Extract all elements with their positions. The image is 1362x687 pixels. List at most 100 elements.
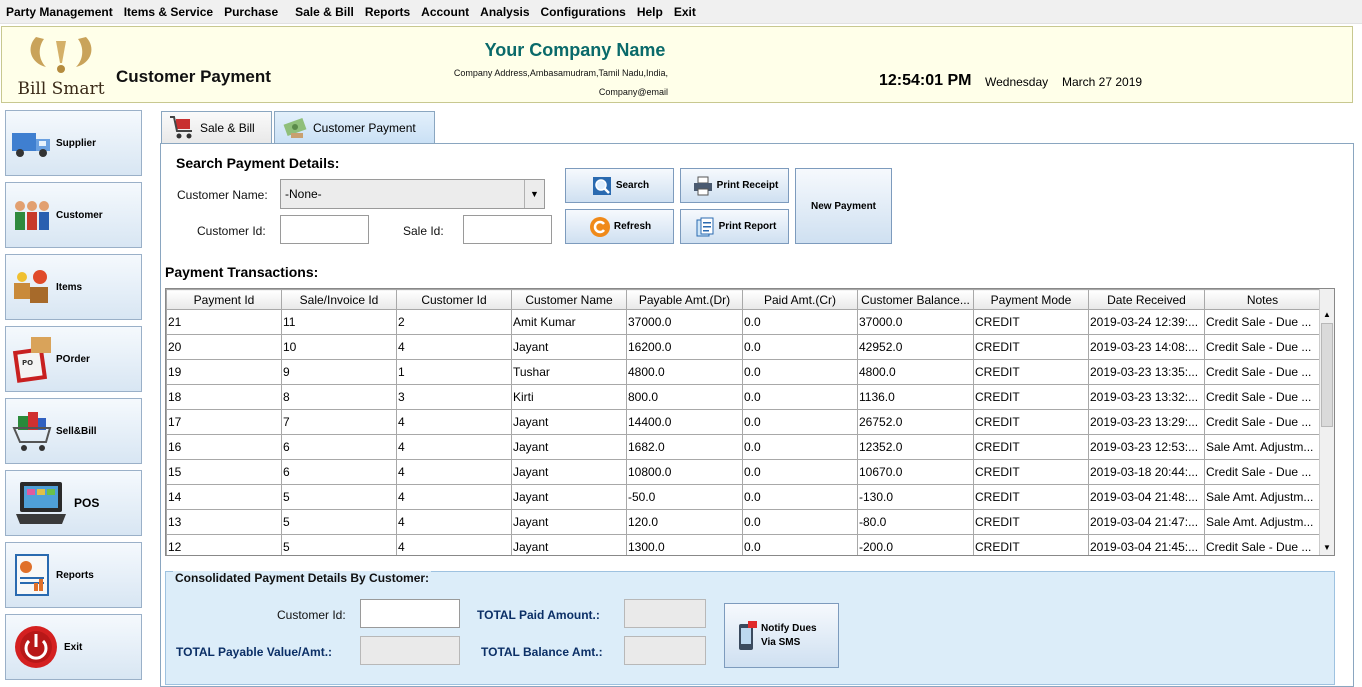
column-header[interactable]: Customer Id bbox=[396, 289, 512, 310]
table-row[interactable]: 12 5 4 Jayant 1300.0 0.0 -200.0 CREDIT 2019-03-0… bbox=[166, 534, 1321, 555]
table-cell: 12 bbox=[166, 534, 282, 555]
table-cell: Credit Sale - Due ... bbox=[1204, 534, 1321, 555]
new-payment-button[interactable]: New Payment bbox=[795, 168, 892, 244]
mobile-sms-icon bbox=[735, 619, 759, 653]
sidebar-pos-button[interactable]: POS bbox=[5, 470, 142, 536]
total-payable-label: TOTAL Payable Value/Amt.: bbox=[176, 645, 333, 659]
sidebar-sellbill-button[interactable]: Sell&Bill bbox=[5, 398, 142, 464]
menu-help[interactable]: Help bbox=[637, 5, 663, 19]
table-cell: 9 bbox=[281, 359, 397, 385]
table-cell: 0.0 bbox=[742, 309, 858, 335]
consolidated-customer-id-input[interactable] bbox=[360, 599, 460, 628]
menu-sale-bill[interactable]: Sale & Bill bbox=[295, 5, 354, 19]
menu-items-service[interactable]: Items & Service bbox=[124, 5, 213, 19]
table-cell: 2019-03-23 13:32:... bbox=[1088, 384, 1205, 410]
table-cell: CREDIT bbox=[973, 359, 1089, 385]
table-cell: CREDIT bbox=[973, 334, 1089, 360]
column-header[interactable]: Paid Amt.(Cr) bbox=[742, 289, 858, 310]
logo-emblem-icon bbox=[30, 37, 92, 73]
menu-purchase[interactable]: Purchase bbox=[224, 5, 278, 19]
table-cell: 7 bbox=[281, 409, 397, 435]
app-header: Bill Smart Customer Payment Your Company… bbox=[1, 26, 1353, 103]
table-cell: 21 bbox=[166, 309, 282, 335]
table-cell: Jayant bbox=[511, 409, 627, 435]
pos-terminal-icon bbox=[8, 478, 74, 528]
table-row[interactable]: 13 5 4 Jayant 120.0 0.0 -80.0 CREDIT 2019-03-04 … bbox=[166, 509, 1321, 535]
menu-party-management[interactable]: Party Management bbox=[6, 5, 113, 19]
vertical-scrollbar[interactable]: ▲ ▼ bbox=[1319, 289, 1334, 555]
menu-analysis[interactable]: Analysis bbox=[480, 5, 529, 19]
sidebar-customer-button[interactable]: Customer bbox=[5, 182, 142, 248]
table-cell: 4 bbox=[396, 409, 512, 435]
document-icon bbox=[693, 215, 717, 239]
chevron-down-icon[interactable]: ▼ bbox=[524, 180, 544, 208]
print-receipt-button[interactable]: Print Receipt bbox=[680, 168, 789, 203]
table-row[interactable]: 15 6 4 Jayant 10800.0 0.0 10670.0 CREDIT 2019-03… bbox=[166, 459, 1321, 485]
column-header[interactable]: Sale/Invoice Id bbox=[281, 289, 397, 310]
column-header[interactable]: Payable Amt.(Dr) bbox=[626, 289, 743, 310]
sidebar-supplier-button[interactable]: Supplier bbox=[5, 110, 142, 176]
table-row[interactable]: 18 8 3 Kirti 800.0 0.0 1136.0 CREDIT 2019-03-23 … bbox=[166, 384, 1321, 410]
scroll-thumb[interactable] bbox=[1321, 323, 1333, 427]
sidebar-label: Customer bbox=[56, 209, 103, 221]
table-cell: 5 bbox=[281, 534, 397, 555]
table-cell: 8 bbox=[281, 384, 397, 410]
sidebar-porder-button[interactable]: PO POrder bbox=[5, 326, 142, 392]
column-header[interactable]: Payment Mode bbox=[973, 289, 1089, 310]
table-cell: 19 bbox=[166, 359, 282, 385]
column-header[interactable]: Customer Balance... bbox=[857, 289, 974, 310]
sidebar-exit-button[interactable]: Exit bbox=[5, 614, 142, 680]
table-cell: 6 bbox=[281, 459, 397, 485]
sale-id-label: Sale Id: bbox=[403, 224, 444, 238]
sidebar-reports-button[interactable]: Reports bbox=[5, 542, 142, 608]
scroll-down-icon[interactable]: ▼ bbox=[1320, 540, 1334, 555]
customer-name-label: Customer Name: bbox=[177, 188, 268, 202]
clipboard-icon: PO bbox=[8, 334, 56, 384]
table-cell: Tushar bbox=[511, 359, 627, 385]
table-row[interactable]: 20 10 4 Jayant 16200.0 0.0 42952.0 CREDIT 2019-0… bbox=[166, 334, 1321, 360]
refresh-button[interactable]: Refresh bbox=[565, 209, 674, 244]
search-button[interactable]: Search bbox=[565, 168, 674, 203]
menu-reports[interactable]: Reports bbox=[365, 5, 410, 19]
menu-exit[interactable]: Exit bbox=[674, 5, 696, 19]
print-report-button[interactable]: Print Report bbox=[680, 209, 789, 244]
notify-label-line2: Via SMS bbox=[761, 636, 801, 648]
tab-customer-payment[interactable]: Customer Payment bbox=[274, 111, 435, 144]
table-cell: 4 bbox=[396, 484, 512, 510]
sidebar-items-button[interactable]: Items bbox=[5, 254, 142, 320]
table-row[interactable]: 19 9 1 Tushar 4800.0 0.0 4800.0 CREDIT 2019-03-2… bbox=[166, 359, 1321, 385]
customer-id-input[interactable] bbox=[280, 215, 369, 244]
table-cell: Credit Sale - Due ... bbox=[1204, 309, 1321, 335]
table-cell: 2019-03-04 21:45:... bbox=[1088, 534, 1205, 555]
tab-sale-bill[interactable]: Sale & Bill bbox=[161, 111, 272, 144]
scroll-up-icon[interactable]: ▲ bbox=[1320, 307, 1334, 322]
column-header[interactable]: Notes bbox=[1204, 289, 1321, 310]
cart-icon bbox=[168, 115, 196, 141]
table-cell: 2019-03-04 21:47:... bbox=[1088, 509, 1205, 535]
menu-account[interactable]: Account bbox=[421, 5, 469, 19]
menu-configurations[interactable]: Configurations bbox=[541, 5, 626, 19]
table-row[interactable]: 21 11 2 Amit Kumar 37000.0 0.0 37000.0 CREDIT 20… bbox=[166, 309, 1321, 335]
table-cell: Sale Amt. Adjustm... bbox=[1204, 509, 1321, 535]
table-cell: 4 bbox=[396, 334, 512, 360]
total-balance-field bbox=[624, 636, 706, 665]
notify-dues-sms-button[interactable]: Notify Dues Via SMS bbox=[724, 603, 839, 668]
customer-name-select[interactable]: -None- ▼ bbox=[280, 179, 545, 209]
table-cell: Jayant bbox=[511, 509, 627, 535]
table-row[interactable]: 16 6 4 Jayant 1682.0 0.0 12352.0 CREDIT 2019-03-… bbox=[166, 434, 1321, 460]
table-cell: 1300.0 bbox=[626, 534, 743, 555]
sale-id-input[interactable] bbox=[463, 215, 552, 244]
table-cell: Kirti bbox=[511, 384, 627, 410]
transactions-table[interactable]: Payment Id Sale/Invoice Id Customer Id C… bbox=[165, 288, 1335, 556]
page-title: Customer Payment bbox=[116, 67, 271, 86]
table-cell: 15 bbox=[166, 459, 282, 485]
column-header[interactable]: Customer Name bbox=[511, 289, 627, 310]
table-row[interactable]: 17 7 4 Jayant 14400.0 0.0 26752.0 CREDIT 2019-03… bbox=[166, 409, 1321, 435]
table-cell: CREDIT bbox=[973, 434, 1089, 460]
column-header[interactable]: Payment Id bbox=[166, 289, 282, 310]
column-header[interactable]: Date Received bbox=[1088, 289, 1205, 310]
total-payable-field bbox=[360, 636, 460, 665]
table-row[interactable]: 14 5 4 Jayant -50.0 0.0 -130.0 CREDIT 2019-03-04… bbox=[166, 484, 1321, 510]
boxes-icon bbox=[8, 262, 56, 312]
consolidated-customer-id-label: Customer Id: bbox=[277, 608, 346, 622]
